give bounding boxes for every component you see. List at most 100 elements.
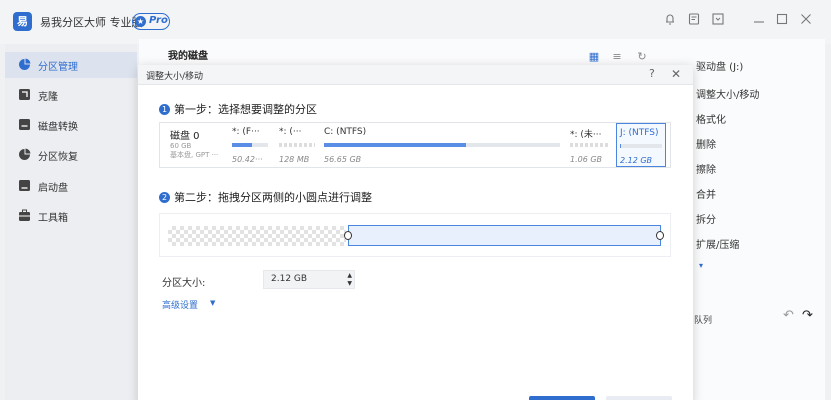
partition-size: 2.12 GB [620,156,653,165]
partition-resize-block[interactable] [348,225,661,246]
disk-map: 磁盘 0 60 GB 基本盘, GPT ··· *: (F··· 50.42··… [159,122,671,168]
partition-label: *: (F··· [232,127,260,137]
op-format[interactable]: 格式化 [696,111,726,126]
pie-icon [17,58,31,72]
partition-usage-fill [620,144,622,148]
feedback-icon[interactable] [685,12,703,30]
clone-icon [17,88,31,102]
sidebar-item-label: 分区管理 [38,62,78,73]
op-split[interactable]: 拆分 [696,211,716,226]
op-extend-shrink[interactable]: 扩展/压缩 [696,236,739,251]
sidebar-item-partition-manager[interactable]: 分区管理 [5,52,137,78]
partition-label: J: (NTFS) [620,128,659,138]
partition-c[interactable]: C: (NTFS) 56.65 GB [324,123,564,167]
advanced-settings-link[interactable]: 高级设置 [162,298,198,311]
partition-usage-bar [232,143,268,147]
step2-label: 第二步：拖拽分区两侧的小圆点进行调整 [174,191,372,204]
partition-reserved[interactable]: *: (··· 128 MB [279,123,321,167]
partition-label: *: (··· [279,127,302,137]
undo-icon[interactable]: ↶ [783,308,794,323]
op-resize-move[interactable]: 调整大小/移动 [696,86,759,101]
sidebar-item-label: 工具箱 [38,213,68,224]
menu-icon[interactable] [709,12,727,30]
partition-size-label: 分区大小: [162,278,206,289]
dialog-title: 调整大小/移动 [146,72,204,82]
bootdisk-icon [17,179,31,193]
disk-name: 磁盘 0 [170,131,200,142]
sidebar-item-label: 克隆 [38,92,58,103]
queue-label: 队列 [694,316,713,326]
sidebar-item-label: 分区恢复 [38,152,78,163]
star-icon: ★ [135,16,146,27]
partition-usage-bar [570,143,608,147]
step1-heading: 1 第一步：选择想要调整的分区 [159,101,317,117]
help-icon[interactable]: ? [649,67,655,80]
disk-size: 60 GB [170,142,192,150]
pro-badge-label: Pro [149,15,168,26]
partition-usage-bar [324,143,560,147]
partition-size: 1.06 GB [570,155,603,164]
ops-more-caret[interactable]: ▾ [699,261,703,270]
partition-j-selected[interactable]: J: (NTFS) 2.12 GB [616,123,666,167]
sidebar-item-clone[interactable]: 克隆 [5,82,137,108]
spin-down-icon[interactable]: ▼ [347,281,352,287]
close-window-icon[interactable] [797,12,815,30]
resize-move-dialog: 调整大小/移动 ? ✕ 1 第一步：选择想要调整的分区 磁盘 0 60 GB 基本… [138,65,693,400]
step1-number: 1 [159,104,170,115]
cancel-button[interactable] [606,396,672,400]
bell-icon[interactable] [661,12,679,30]
sidebar-item-partition-recovery[interactable]: 分区恢复 [5,142,137,168]
sidebar-item-label: 磁盘转换 [38,122,78,133]
partition-usage-fill [324,143,466,147]
disk-info: 磁盘 0 60 GB 基本盘, GPT ··· [170,127,218,160]
ok-button[interactable] [529,396,595,400]
partition-size: 128 MB [279,155,310,164]
op-wipe[interactable]: 擦除 [696,161,716,176]
resize-area [159,213,671,257]
app-logo: 易 [13,12,32,31]
sidebar: 分区管理 克隆 磁盘转换 分区恢复 启动盘 工具箱 [5,44,137,400]
right-resize-handle[interactable] [656,231,664,240]
step2-heading: 2 第二步：拖拽分区两侧的小圆点进行调整 [159,189,372,205]
op-delete[interactable]: 删除 [696,136,716,151]
dialog-header: 调整大小/移动 ? ✕ [138,65,693,85]
left-resize-handle[interactable] [344,231,352,240]
partition-size-input[interactable]: 2.12 GB ▲ ▼ [263,270,355,289]
partition-label: *: (未··· [570,130,602,140]
chevron-down-icon[interactable]: ▼ [210,299,215,307]
sidebar-item-boot-disk[interactable]: 启动盘 [5,173,137,199]
op-drive-title: 驱动盘 (J:) [696,62,744,73]
step1-label: 第一步：选择想要调整的分区 [174,103,317,116]
unallocated-space [168,226,346,246]
op-merge[interactable]: 合并 [696,186,716,201]
partition-unallocated[interactable]: *: (未··· 1.06 GB [570,123,612,167]
step2-number: 2 [159,192,170,203]
partition-size: 56.65 GB [324,155,362,164]
convert-icon [17,118,31,132]
disk-type: 基本盘, GPT ··· [170,151,219,159]
toolbox-icon [17,209,31,223]
sidebar-item-toolbox[interactable]: 工具箱 [5,203,137,229]
partition-usage-bar [620,144,662,148]
grid-view-icon[interactable]: ▦ [587,50,601,64]
refresh-icon[interactable]: ↻ [635,50,649,64]
partition-size-value: 2.12 GB [271,274,308,284]
pro-badge[interactable]: ★ Pro [132,13,170,30]
minimize-icon[interactable] [750,12,768,30]
sidebar-item-disk-convert[interactable]: 磁盘转换 [5,112,137,138]
sidebar-item-label: 启动盘 [38,183,68,194]
recovery-icon [17,148,31,162]
partition-f[interactable]: *: (F··· 50.42··· [232,123,274,167]
partition-usage-fill [232,143,252,147]
partition-label: C: (NTFS) [324,127,367,137]
app-title: 易我分区大师 专业版 [40,16,143,29]
maximize-icon[interactable] [773,12,791,30]
title-bar: 易 易我分区大师 专业版 ★ Pro [0,0,831,44]
redo-icon[interactable]: ↷ [802,308,813,323]
partition-usage-bar [279,143,315,147]
close-icon[interactable]: ✕ [671,67,681,81]
partition-size: 50.42··· [232,155,263,164]
page-title: 我的磁盘 [168,51,208,62]
spin-up-icon[interactable]: ▲ [347,273,352,279]
list-view-icon[interactable]: ≡ [610,50,624,64]
